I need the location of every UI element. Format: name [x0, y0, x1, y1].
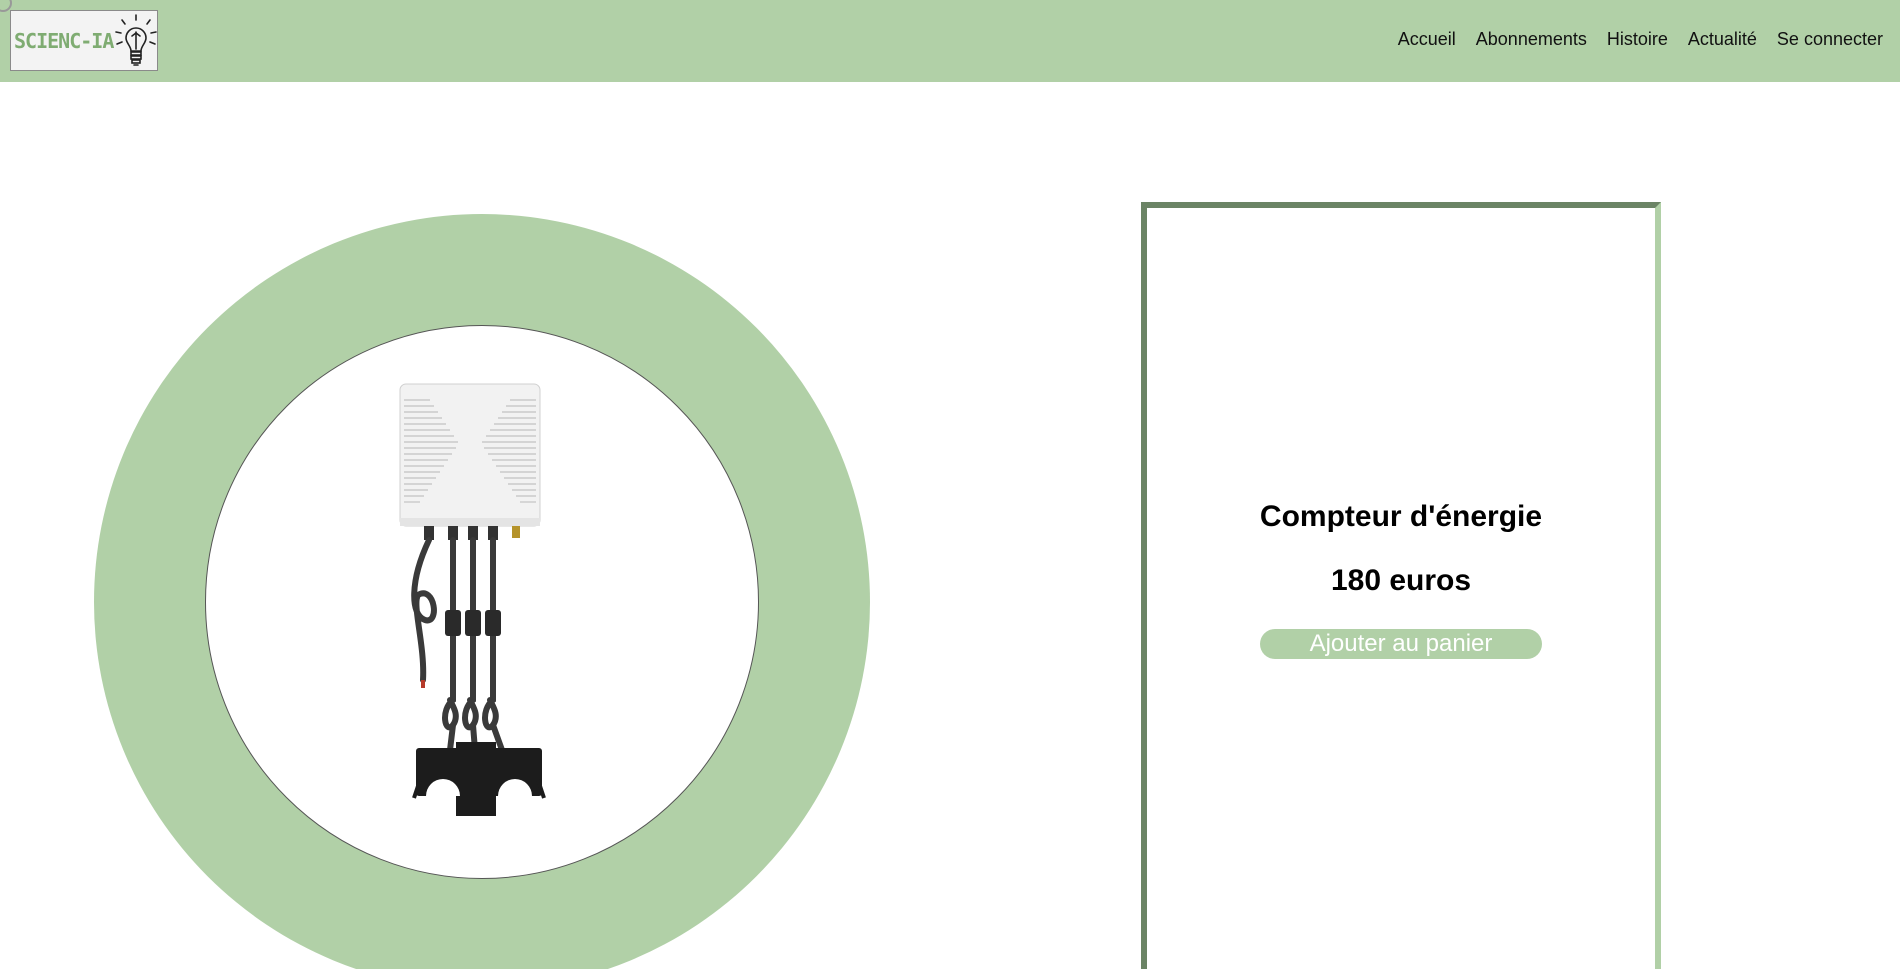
logo-text: SCIENC-IA — [14, 29, 114, 53]
nav-histoire[interactable]: Histoire — [1607, 29, 1668, 50]
main-nav: Accueil Abonnements Histoire Actualité S… — [1398, 29, 1883, 50]
lightbulb-icon — [115, 14, 157, 66]
product-title: Compteur d'énergie — [1259, 500, 1543, 533]
site-header: SCIENC-IA Accueil Abonnements Histoire A… — [0, 0, 1900, 82]
add-to-cart-button[interactable]: Ajouter au panier — [1260, 629, 1542, 659]
energy-meter-image — [399, 383, 546, 816]
nav-actualite[interactable]: Actualité — [1688, 29, 1757, 50]
nav-accueil[interactable]: Accueil — [1398, 29, 1456, 50]
page: SCIENC-IA Accueil Abonnements Histoire A… — [0, 0, 1900, 969]
product-price: 180 euros — [1330, 564, 1472, 597]
nav-se-connecter[interactable]: Se connecter — [1777, 29, 1883, 50]
site-logo[interactable]: SCIENC-IA — [10, 10, 158, 71]
nav-abonnements[interactable]: Abonnements — [1476, 29, 1587, 50]
